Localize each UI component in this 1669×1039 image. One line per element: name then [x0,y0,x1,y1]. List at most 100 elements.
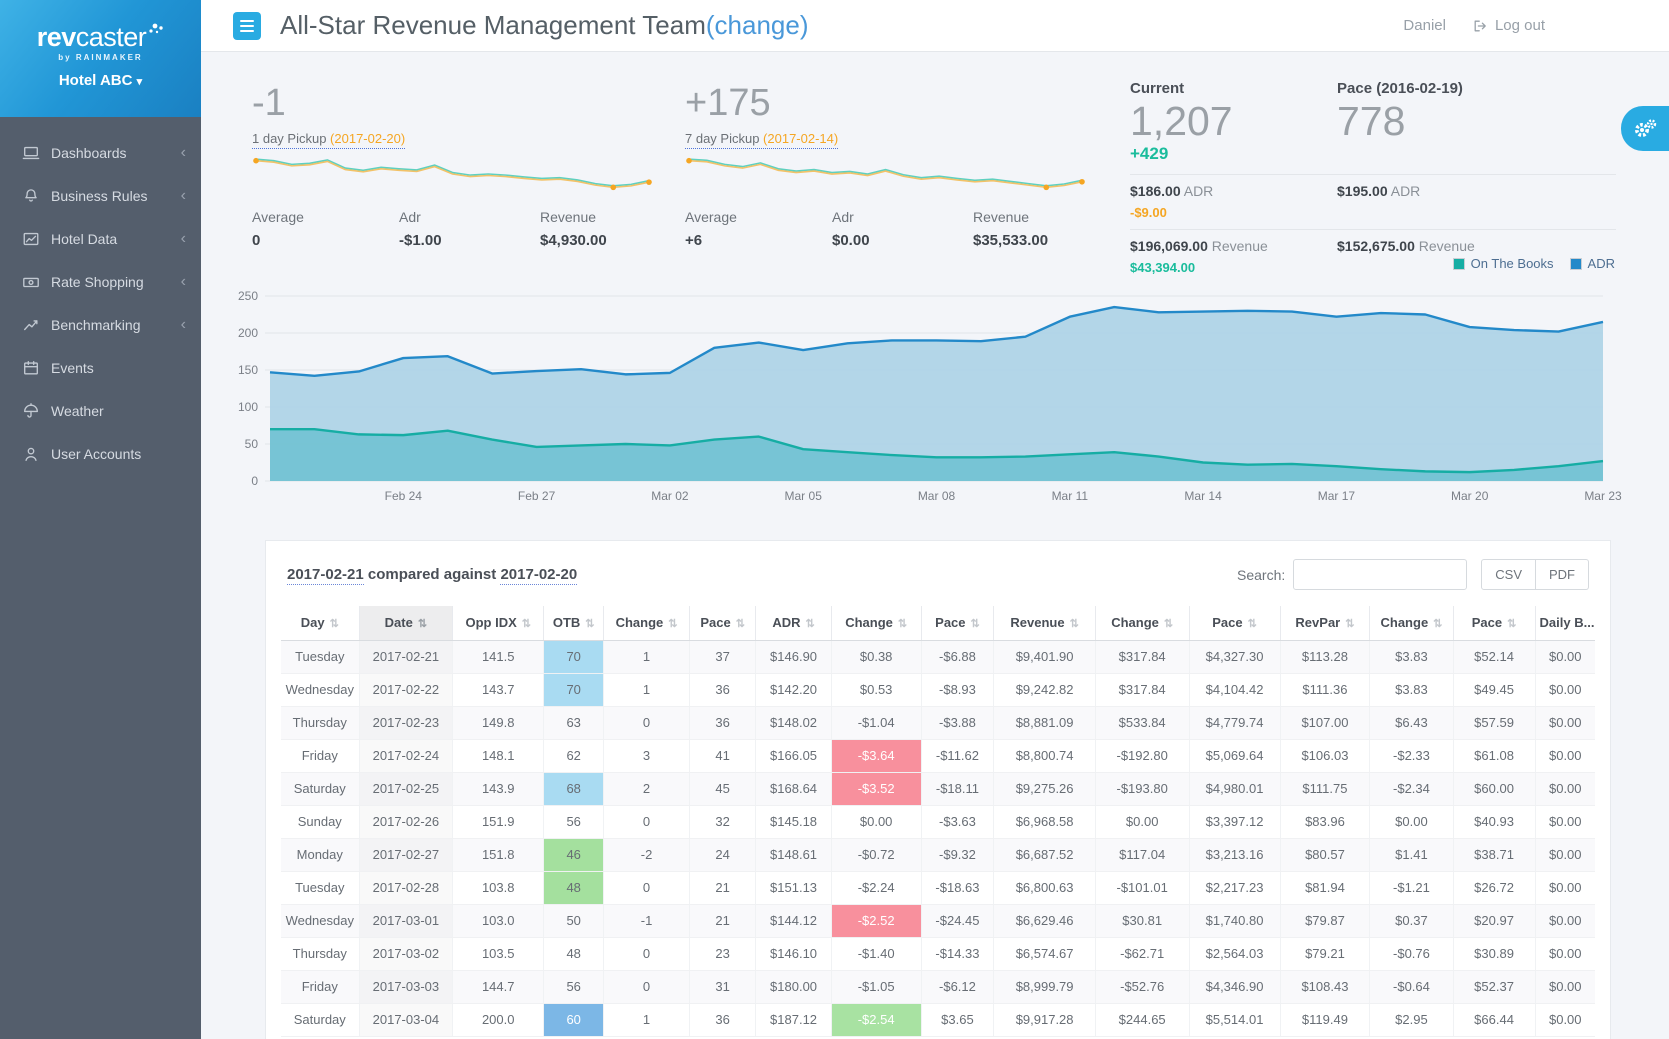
cell-adr: $148.61 [756,838,831,871]
hotel-selector[interactable]: Hotel ABC ▾ [0,72,201,89]
cell-adr_chg: -$2.54 [831,1003,921,1036]
column-header-otb[interactable]: OTB⇅ [544,606,604,640]
cell-pace2: -$9.32 [921,838,994,871]
cell-pace3: $5,514.01 [1189,1003,1280,1036]
compare-date-a-link[interactable]: 2017-02-21 [287,566,364,585]
column-header-pace4[interactable]: Pace⇅ [1453,606,1535,640]
cell-otb: 50 [544,904,604,937]
cell-rp_chg: $2.95 [1370,1003,1453,1036]
sort-icon: ⇅ [1433,618,1442,630]
table-row[interactable]: Saturday2017-02-25143.968245$168.64-$3.5… [281,772,1595,805]
cell-date: 2017-02-25 [359,772,453,805]
table-row[interactable]: Friday2017-03-03144.756031$180.00-$1.05-… [281,970,1595,1003]
change-dashboard-link[interactable]: (change) [706,10,809,41]
column-header-pace1[interactable]: Pace⇅ [689,606,755,640]
cell-pace1: 41 [689,739,755,772]
sidebar-item-user-accounts[interactable]: User Accounts [0,432,201,475]
sidebar-item-weather[interactable]: Weather [0,389,201,432]
export-pdf-button[interactable]: PDF [1536,559,1589,590]
cell-adr: $146.10 [756,937,831,970]
table-row[interactable]: Tuesday2017-02-28103.848021$151.13-$2.24… [281,871,1595,904]
stat-adr: Adr-$1.00 [399,209,442,249]
cell-revpar: $113.28 [1280,640,1370,673]
user-menu[interactable]: Daniel [1403,17,1446,34]
cell-pace1: 37 [689,640,755,673]
cell-chg: -2 [604,838,690,871]
column-header-rp_chg[interactable]: Change⇅ [1370,606,1453,640]
table-row[interactable]: Thursday2017-02-23149.863036$148.02-$1.0… [281,706,1595,739]
compare-dates-line: 2017-02-21 compared against 2017-02-20 [287,566,577,583]
cell-day: Tuesday [281,871,359,904]
table-row[interactable]: Friday2017-02-24148.162341$166.05-$3.64-… [281,739,1595,772]
table-row[interactable]: Thursday2017-03-02103.548023$146.10-$1.4… [281,937,1595,970]
column-header-chg[interactable]: Change⇅ [604,606,690,640]
pickup7-date-link[interactable]: 7 day Pickup (2017-02-14) [685,131,838,149]
column-header-daily[interactable]: Daily B...⇅ [1535,606,1595,640]
pace-otb-value: 778 [1337,100,1616,143]
table-row[interactable]: Saturday2017-03-04200.060136$187.12-$2.5… [281,1003,1595,1036]
column-header-rev[interactable]: Revenue⇅ [994,606,1095,640]
column-header-date[interactable]: Date⇅ [359,606,453,640]
cell-pace2: -$8.93 [921,673,994,706]
sidebar-item-label: Events [51,360,94,376]
table-row[interactable]: Sunday2017-02-26151.956032$145.18$0.00-$… [281,805,1595,838]
sidebar-item-rate-shopping[interactable]: Rate Shopping‹ [0,260,201,303]
legend-adr[interactable]: ADR [1570,256,1615,271]
pickup1-date-link[interactable]: 1 day Pickup (2017-02-20) [252,131,405,149]
chevron-left-icon: ‹ [181,231,186,247]
cell-chg: -1 [604,904,690,937]
pickup7-sparkline [685,151,1088,201]
svg-text:50: 50 [245,437,259,451]
column-header-rev_chg[interactable]: Change⇅ [1095,606,1189,640]
column-header-adr_chg[interactable]: Change⇅ [831,606,921,640]
cell-opp: 151.9 [453,805,544,838]
cell-pace1: 21 [689,871,755,904]
cell-otb: 62 [544,739,604,772]
sidebar-item-benchmarking[interactable]: Benchmarking‹ [0,303,201,346]
column-header-pace3[interactable]: Pace⇅ [1189,606,1280,640]
column-header-revpar[interactable]: RevPar⇅ [1280,606,1370,640]
hotel-data-icon [18,230,43,248]
search-input[interactable] [1293,559,1467,590]
column-header-adr[interactable]: ADR⇅ [756,606,831,640]
cell-opp: 143.7 [453,673,544,706]
sidebar-item-hotel-data[interactable]: Hotel Data‹ [0,217,201,260]
cell-chg: 1 [604,1003,690,1036]
column-header-opp[interactable]: Opp IDX⇅ [453,606,544,640]
export-csv-button[interactable]: CSV [1481,559,1536,590]
cell-pace3: $4,327.30 [1189,640,1280,673]
cell-pace2: -$18.63 [921,871,994,904]
cell-rp_chg: -$0.76 [1370,937,1453,970]
table-row[interactable]: Wednesday2017-03-01103.050-121$144.12-$2… [281,904,1595,937]
sidebar-item-label: Dashboards [51,145,127,161]
legend-on-the-books[interactable]: On The Books [1453,256,1554,271]
page-title: All-Star Revenue Management Team [280,10,706,41]
cell-adr_chg: $0.53 [831,673,921,706]
table-row[interactable]: Monday2017-02-27151.846-224$148.61-$0.72… [281,838,1595,871]
table-row[interactable]: Wednesday2017-02-22143.770136$142.20$0.5… [281,673,1595,706]
table-controls: Search: CSV PDF [1237,559,1589,590]
hamburger-menu-button[interactable] [233,12,261,40]
cell-pace2: -$6.88 [921,640,994,673]
cell-adr: $146.90 [756,640,831,673]
chevron-left-icon: ‹ [181,317,186,333]
sidebar-item-business-rules[interactable]: Business Rules‹ [0,174,201,217]
sidebar-item-dashboards[interactable]: Dashboards‹ [0,131,201,174]
table-row[interactable]: Tuesday2017-02-21141.570137$146.90$0.38-… [281,640,1595,673]
main-content: -1 1 day Pickup (2017-02-20) Average0Adr… [201,52,1669,1039]
column-header-pace2[interactable]: Pace⇅ [921,606,994,640]
compare-date-b-link[interactable]: 2017-02-20 [500,566,577,585]
current-otb-delta: +429 [1130,144,1337,164]
cell-pace3: $4,346.90 [1189,970,1280,1003]
column-header-day[interactable]: Day⇅ [281,606,359,640]
svg-text:Mar 23: Mar 23 [1584,489,1622,503]
cell-rev: $8,800.74 [994,739,1095,772]
hotel-name: Hotel ABC [59,72,133,89]
cell-rev: $6,629.46 [994,904,1095,937]
svg-text:150: 150 [238,363,258,377]
sidebar-item-events[interactable]: Events [0,346,201,389]
cell-opp: 149.8 [453,706,544,739]
cell-opp: 148.1 [453,739,544,772]
settings-gear-button[interactable] [1621,106,1669,151]
logout-button[interactable]: Log out [1472,17,1545,34]
